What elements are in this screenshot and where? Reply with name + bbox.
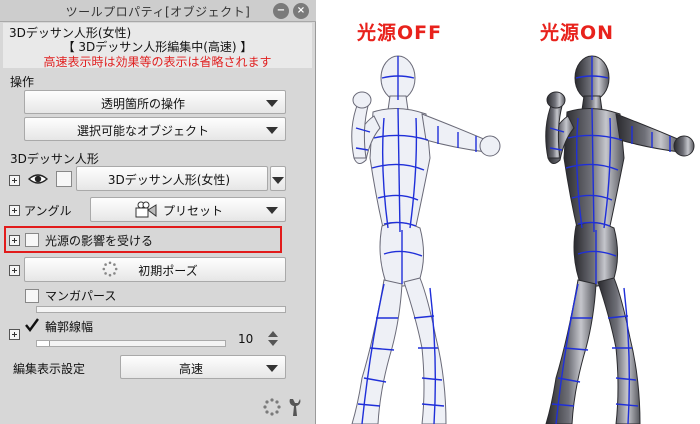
increment-icon[interactable]: [268, 331, 278, 337]
chevron-down-icon: [266, 207, 278, 214]
manga-perspective-checkbox[interactable]: [25, 289, 39, 303]
panel-titlebar: ツールプロパティ[オブジェクト] − ×: [0, 0, 316, 22]
manga-perspective-slider[interactable]: [36, 306, 286, 313]
light-on-label: 光源ON: [540, 22, 615, 44]
expand-icon[interactable]: [9, 329, 20, 340]
expand-icon[interactable]: [9, 205, 20, 216]
fast-display-warning: 高速表示時は効果等の表示は省略されます: [43, 55, 272, 69]
reset-pose-button[interactable]: 初期ポーズ: [24, 257, 286, 282]
expand-icon[interactable]: [9, 175, 20, 186]
outline-width-slider[interactable]: [36, 340, 226, 347]
light-off-label: 光源OFF: [357, 22, 443, 44]
selectable-objects-dropdown[interactable]: 選択可能なオブジェクト: [24, 117, 286, 141]
chevron-down-icon: [272, 177, 284, 184]
outline-width-label: 輪郭線幅: [45, 320, 94, 334]
object-header: 3Dデッサン人形(女性) 【 3Dデッサン人形編集中(高速) 】 高速表示時は効…: [3, 23, 312, 69]
model-checkbox[interactable]: [56, 171, 72, 187]
display-setting-label: 編集表示設定: [13, 362, 86, 376]
dropdown-label: プリセット: [163, 204, 224, 218]
display-setting-dropdown[interactable]: 高速: [120, 355, 286, 379]
angle-preset-dropdown[interactable]: プリセット: [90, 197, 286, 222]
highlight-frame: [4, 226, 282, 253]
camera-preset-icon: [135, 201, 157, 218]
chevron-down-icon: [266, 100, 278, 107]
figure-light-on: [545, 55, 695, 424]
outline-checkbox[interactable]: [24, 317, 40, 333]
doll-model-dropdown[interactable]: 3Dデッサン人形(女性): [76, 166, 268, 191]
reset-pose-label: 初期ポーズ: [138, 264, 198, 278]
expand-icon[interactable]: [9, 265, 20, 276]
transparent-area-dropdown[interactable]: 透明箇所の操作: [24, 90, 286, 114]
decrement-icon[interactable]: [268, 340, 278, 346]
chevron-down-icon: [266, 365, 278, 372]
angle-label: アングル: [24, 204, 72, 218]
dropdown-label: 選択可能なオブジェクト: [76, 124, 209, 138]
dropdown-label: 透明箇所の操作: [100, 97, 185, 111]
settings-wrench-icon[interactable]: [262, 396, 306, 418]
dropdown-label: 3Dデッサン人形(女性): [107, 173, 231, 187]
figure-light-off: [351, 55, 501, 424]
spinner-icon: [102, 261, 118, 277]
panel-title: ツールプロパティ[オブジェクト]: [65, 5, 251, 19]
eye-icon[interactable]: [28, 172, 48, 186]
dropdown-label: 高速: [178, 362, 203, 376]
slider-fill: [37, 341, 50, 346]
close-icon[interactable]: ×: [293, 3, 309, 19]
minimize-icon[interactable]: −: [273, 3, 289, 19]
chevron-down-icon: [266, 127, 278, 134]
manga-perspective-label: マンガパース: [45, 289, 117, 303]
operation-section-label: 操作: [10, 75, 35, 89]
doll-model-dropdown-button[interactable]: [270, 166, 286, 191]
tool-property-panel: ツールプロパティ[オブジェクト] − × 3Dデッサン人形(女性) 【 3Dデッ…: [0, 0, 316, 424]
outline-width-value: 10: [238, 332, 254, 346]
doll-section-label: 3Dデッサン人形: [10, 152, 99, 166]
